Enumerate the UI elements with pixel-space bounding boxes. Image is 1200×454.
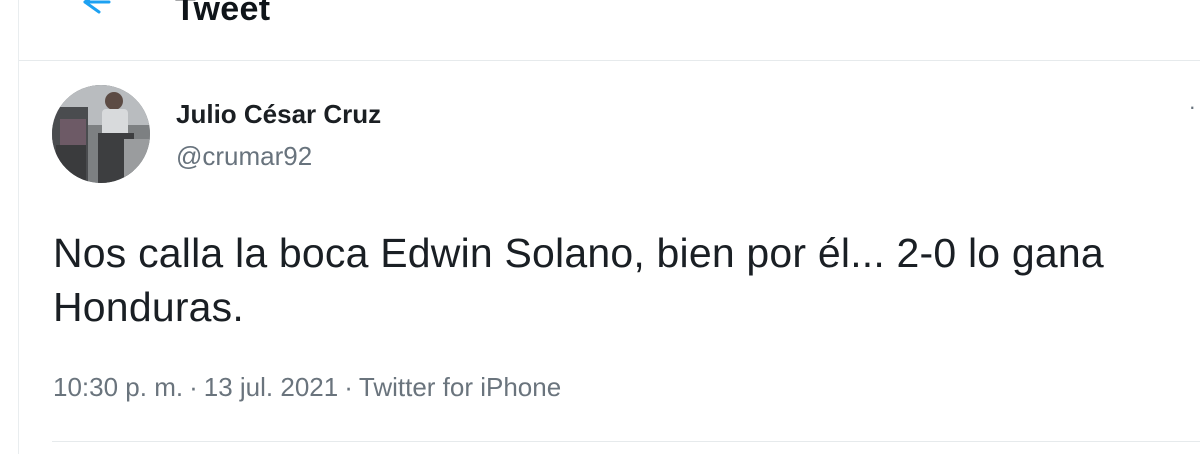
tweet-time[interactable]: 10:30 p. m. — [53, 372, 183, 402]
header-bar: Tweet — [19, 0, 1200, 61]
tweet-text: Nos calla la boca Edwin Solano, bien por… — [53, 230, 1104, 330]
tweet-meta: 10:30 p. m. · 13 jul. 2021 · Twitter for iPh… — [53, 372, 561, 402]
more-dots-icon[interactable]: · — [1189, 96, 1196, 118]
tweet-card: Julio César Cruz @crumar92 · Nos calla l… — [19, 61, 1200, 441]
arrow-left-icon — [83, 0, 111, 14]
back-button[interactable] — [75, 0, 115, 16]
page-title: Tweet — [175, 0, 271, 28]
divider — [52, 441, 1200, 442]
author-handle[interactable]: @crumar92 — [176, 141, 312, 171]
tweet-source[interactable]: Twitter for iPhone — [359, 372, 561, 402]
meta-separator: · — [344, 372, 353, 402]
tweet-page: Tweet Julio César Cruz @crumar92 · Nos c… — [0, 0, 1200, 454]
avatar[interactable] — [52, 85, 150, 183]
tweet-date[interactable]: 13 jul. 2021 — [204, 372, 338, 402]
avatar-photo — [52, 85, 150, 183]
author-display-name[interactable]: Julio César Cruz — [176, 99, 381, 129]
meta-separator: · — [189, 372, 198, 402]
